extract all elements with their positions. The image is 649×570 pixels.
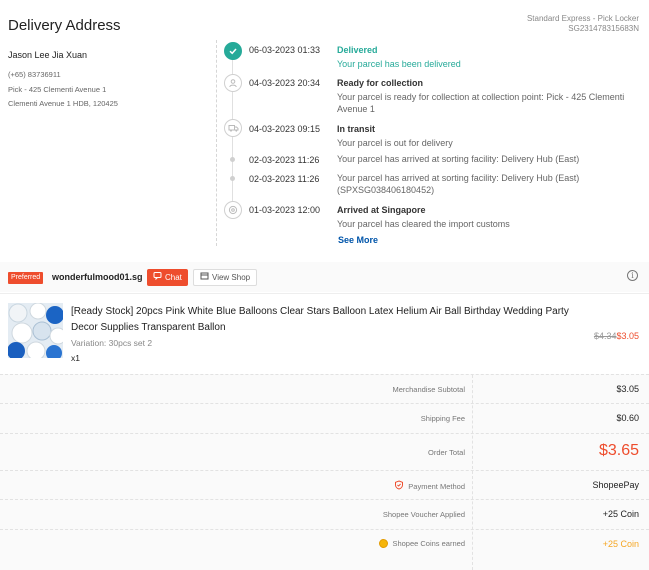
timeline-dot	[230, 176, 235, 181]
coins-value: +25 Coin	[602, 539, 639, 549]
recipient-name: Jason Lee Jia Xuan	[8, 50, 88, 60]
preferred-badge: Preferred	[8, 272, 44, 284]
timeline-time: 02-03-2023 11:26	[249, 174, 320, 184]
payment-method-value: ShopeePay	[592, 480, 639, 490]
chat-icon	[153, 269, 162, 286]
product-quantity: x1	[71, 353, 80, 363]
timeline-status: In transit	[337, 124, 376, 134]
chat-button[interactable]: Chat	[147, 269, 188, 286]
view-shop-label: View Shop	[212, 273, 251, 282]
timeline-status: Delivered	[337, 45, 378, 55]
current-price: $3.05	[616, 331, 639, 341]
timeline-desc: Your parcel has cleared the import custo…	[337, 219, 510, 229]
view-shop-button[interactable]: View Shop	[193, 269, 258, 286]
product-thumbnail	[8, 303, 63, 358]
voucher-label: Shopee Voucher Applied	[382, 510, 465, 519]
summary-row: Shipping Fee $0.60	[0, 404, 649, 434]
timeline-time: 04-03-2023 20:34	[249, 78, 321, 88]
shipping-service-info: Standard Express - Pick Locker SG2314783…	[527, 14, 639, 34]
timeline-desc: Your parcel has arrived at sorting facil…	[337, 173, 580, 195]
coins-label: Shopee Coins earned	[392, 539, 465, 548]
timeline-time: 04-03-2023 09:15	[249, 124, 321, 134]
summary-row: Merchandise Subtotal $3.05	[0, 375, 649, 404]
summary-row: Shopee Coins earned +25 Coin	[0, 530, 649, 559]
order-total-label: Order Total	[428, 448, 465, 457]
coin-icon	[379, 539, 389, 548]
shop-bar: Preferred wonderfulmood01.sg Chat View S…	[0, 262, 649, 292]
timeline-dot	[230, 157, 235, 162]
payment-method-label: Payment Method	[408, 481, 465, 491]
coins-label-wrap: Shopee Coins earned	[379, 539, 465, 548]
timeline-time: 01-03-2023 12:00	[249, 205, 321, 215]
original-price: $4.34	[593, 331, 617, 341]
chat-label: Chat	[165, 273, 182, 282]
person-icon	[224, 74, 242, 92]
timeline-status: Ready for collection	[337, 78, 424, 88]
shield-icon	[394, 480, 404, 492]
timeline-status: Arrived at Singapore	[337, 205, 426, 215]
product-item[interactable]: [Ready Stock] 20pcs Pink White Blue Ball…	[0, 293, 649, 371]
timeline-time: 02-03-2023 11:26	[249, 155, 320, 165]
shipping-service: Standard Express - Pick Locker	[526, 14, 639, 23]
order-total-value: $3.65	[598, 442, 639, 459]
timeline-time: 06-03-2023 01:33	[249, 45, 321, 55]
voucher-value: +25 Coin	[602, 509, 639, 519]
order-summary: Merchandise Subtotal $3.05 Shipping Fee …	[0, 374, 649, 570]
recipient-address-line1: Pick - 425 Clementi Avenue 1	[8, 85, 107, 94]
delivery-section: Delivery Address Standard Express - Pick…	[0, 0, 649, 262]
shipping-fee-value: $0.60	[616, 413, 639, 423]
info-icon[interactable]: i	[627, 270, 638, 281]
timeline-desc: Your parcel is out for delivery	[337, 138, 453, 148]
timeline-desc: Your parcel is ready for collection at c…	[337, 92, 625, 114]
product-title[interactable]: [Ready Stock] 20pcs Pink White Blue Ball…	[71, 304, 581, 336]
product-variation: Variation: 30pcs set 2	[71, 338, 153, 348]
see-more-link[interactable]: See More	[338, 235, 378, 245]
summary-row: Payment Method ShopeePay	[0, 471, 649, 500]
payment-method-label-wrap: Payment Method	[394, 480, 465, 492]
shop-icon	[200, 270, 209, 285]
page-title: Delivery Address	[8, 17, 121, 34]
recipient-phone: (+65) 83736911	[8, 70, 61, 79]
timeline-desc: Your parcel has arrived at sorting facil…	[337, 154, 580, 164]
merchandise-subtotal-value: $3.05	[616, 384, 639, 394]
summary-row: Shopee Voucher Applied +25 Coin	[0, 500, 649, 530]
merchandise-subtotal-label: Merchandise Subtotal	[392, 385, 465, 394]
globe-icon	[224, 201, 242, 219]
timeline-desc: Your parcel has been delivered	[337, 59, 461, 69]
shipping-fee-label: Shipping Fee	[420, 414, 465, 423]
divider	[216, 40, 217, 246]
tracking-number: SG231478315683N	[568, 24, 639, 33]
shop-name[interactable]: wonderfulmood01.sg	[52, 272, 143, 282]
recipient-address-line2: Clementi Avenue 1 HDB, 120425	[8, 99, 118, 108]
check-icon	[224, 42, 242, 60]
summary-row: Order Total $3.65	[0, 434, 649, 471]
product-price: $4.34$3.05	[594, 331, 639, 341]
truck-icon	[224, 119, 242, 137]
